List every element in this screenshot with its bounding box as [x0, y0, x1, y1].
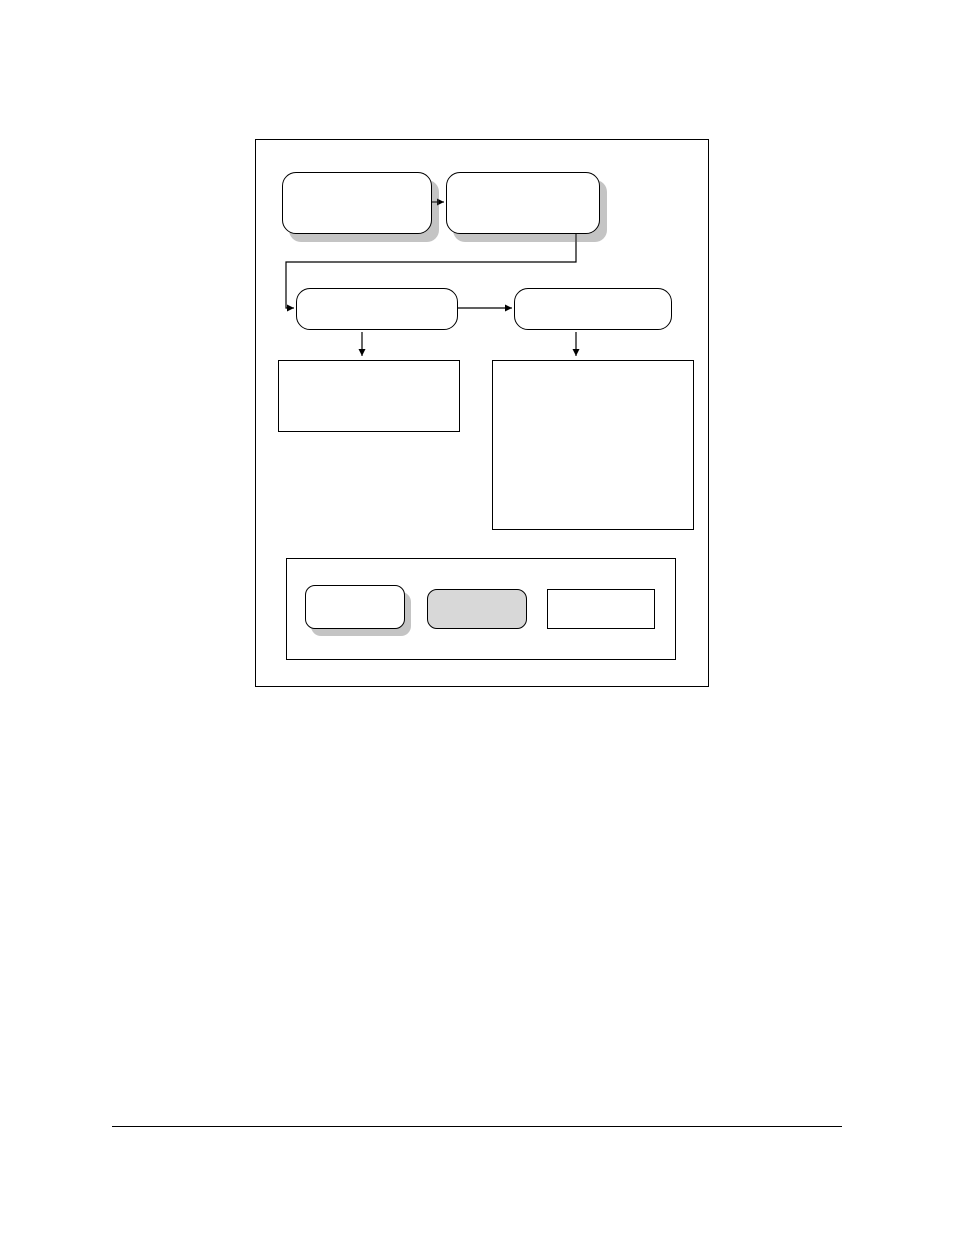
- legend-box: [286, 558, 676, 660]
- legend-item-b: [427, 589, 527, 629]
- node-b: [446, 172, 600, 234]
- node-a: [282, 172, 432, 234]
- node-d: [514, 288, 672, 330]
- legend-item-a: [305, 585, 405, 629]
- node-f: [492, 360, 694, 530]
- node-e: [278, 360, 460, 432]
- legend-item-c: [547, 589, 655, 629]
- footer-rule: [112, 1126, 842, 1127]
- node-c: [296, 288, 458, 330]
- page: [0, 0, 954, 1235]
- diagram-frame: [255, 139, 709, 687]
